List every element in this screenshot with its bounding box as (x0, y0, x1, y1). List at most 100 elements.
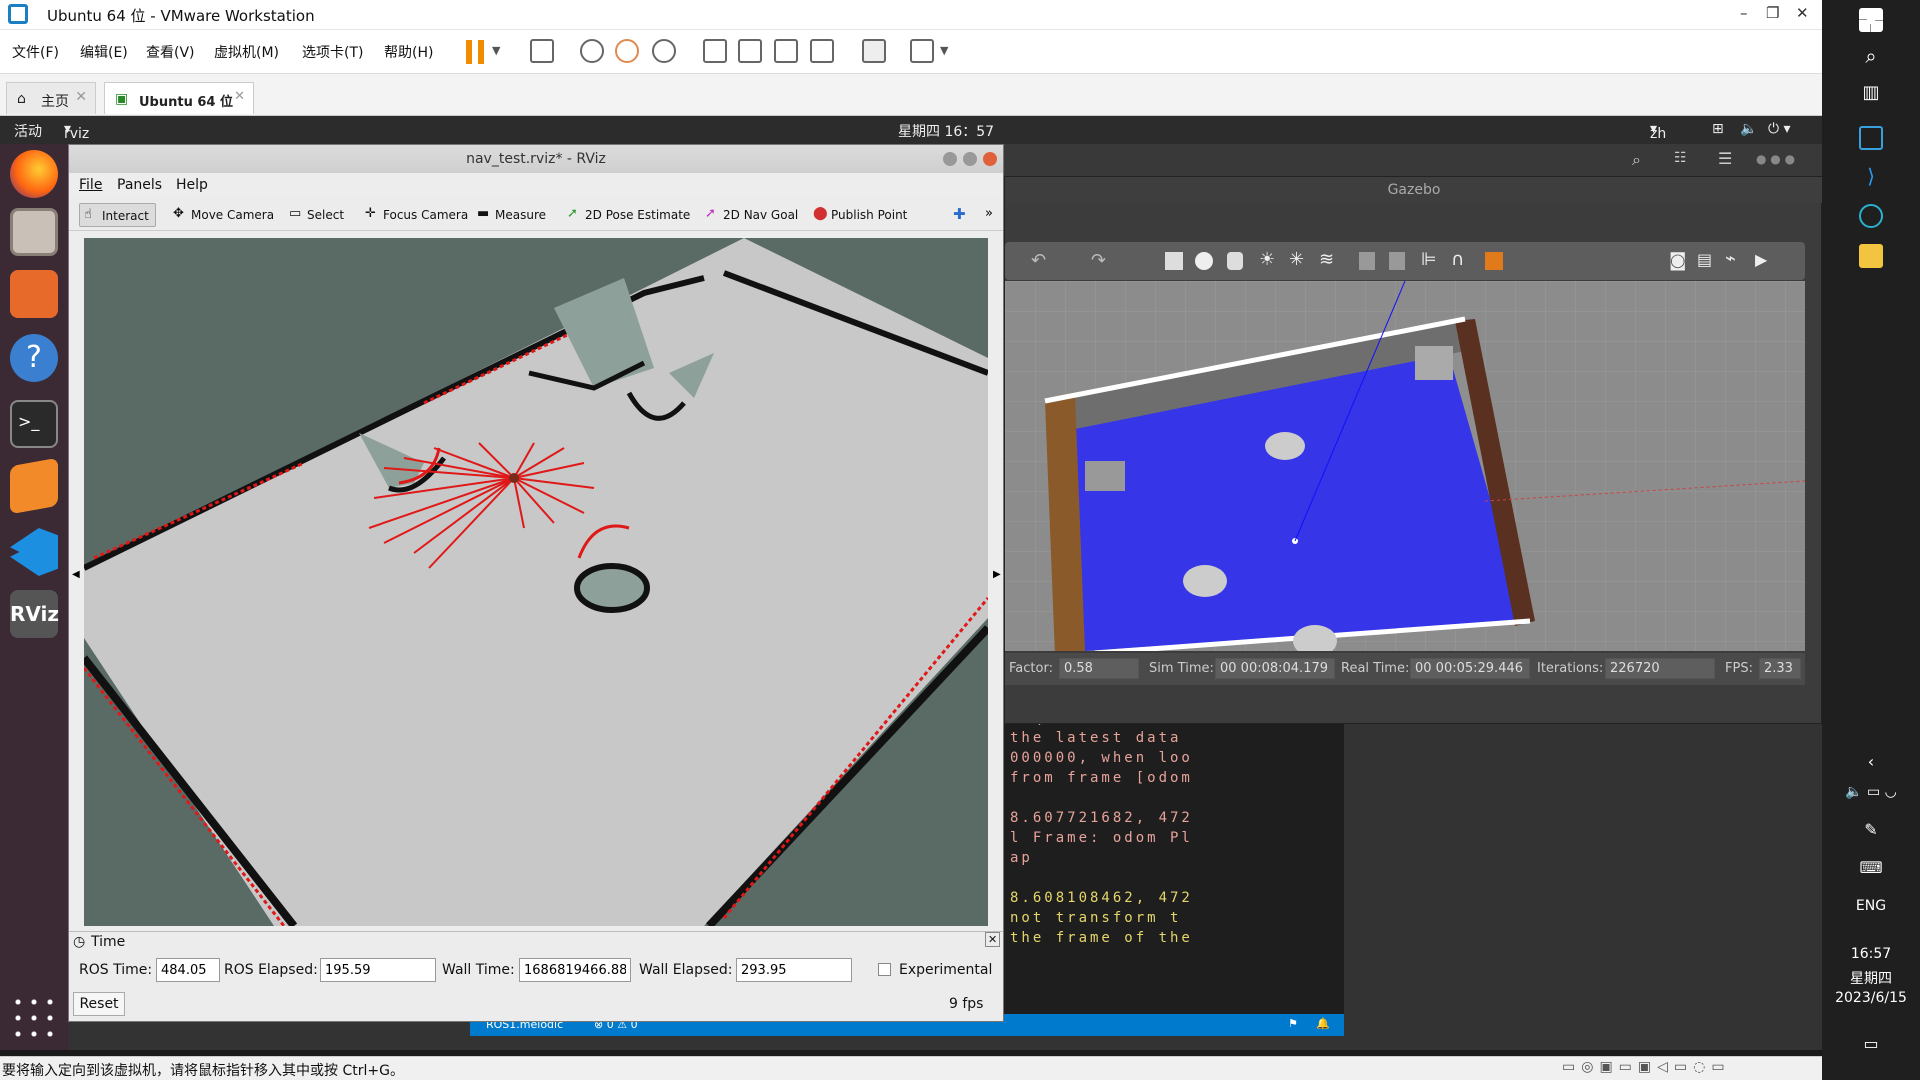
undo-icon[interactable]: ↶ (1031, 250, 1046, 271)
tool-interact[interactable]: ☝ Interact (79, 203, 156, 227)
help-icon[interactable]: ? (10, 334, 58, 382)
files-icon[interactable] (10, 208, 58, 256)
tool-select[interactable]: ▭ Select (285, 203, 350, 227)
menu-edit[interactable]: 编辑(E) (80, 42, 128, 62)
software-center-icon[interactable] (10, 270, 58, 318)
fullscreen-icon[interactable] (774, 39, 798, 63)
ros-time-field[interactable] (156, 958, 220, 982)
vscode-taskbar-icon[interactable]: ⟩ (1822, 164, 1920, 188)
taskbar-date[interactable]: 2023/6/15 (1822, 990, 1920, 1006)
video-record-icon[interactable]: ▶ (1755, 250, 1767, 269)
gazebo-3d-scene[interactable] (1005, 281, 1805, 651)
rviz-icon[interactable]: RViz (10, 590, 59, 638)
send-ctrl-alt-del-icon[interactable] (530, 39, 554, 63)
ros-elapsed-field[interactable] (320, 958, 436, 982)
firefox-icon[interactable] (10, 150, 58, 198)
search-icon[interactable]: ⌕ (1632, 150, 1641, 170)
pause-icon[interactable] (466, 40, 484, 64)
add-tool-icon[interactable]: ✚ (953, 205, 966, 223)
volume-icon[interactable]: 🔈 (1740, 121, 1757, 137)
window-controls-icon[interactable]: ● ● ● (1756, 152, 1795, 166)
search-icon[interactable]: ⌕ (1822, 44, 1920, 68)
feedback-icon[interactable]: ⚑ (1288, 1017, 1298, 1030)
hamburger-menu-icon[interactable]: ☰ (1718, 149, 1732, 168)
restore-button[interactable]: ❐ (1766, 4, 1779, 22)
terminal-icon[interactable]: >_ (10, 400, 58, 448)
copy-icon[interactable] (1359, 252, 1375, 270)
box-shape-icon[interactable] (1165, 252, 1183, 270)
thumbnail-icon[interactable] (738, 39, 762, 63)
menu-file[interactable]: 文件(F) (12, 42, 59, 62)
change-view-icon[interactable] (1485, 252, 1503, 270)
tab-ubuntu[interactable]: ▣ Ubuntu 64 位 ✕ (104, 82, 254, 114)
dropdown-icon[interactable]: ▼ (492, 44, 500, 57)
vscode-icon[interactable] (10, 528, 58, 576)
cylinder-shape-icon[interactable] (1227, 252, 1243, 270)
sidebar-toggle-icon[interactable] (703, 39, 727, 63)
minimize-button[interactable] (943, 152, 957, 166)
snapshot-icon[interactable] (580, 39, 604, 63)
snapshot-manager-icon[interactable] (652, 39, 676, 63)
network-icon[interactable]: ⊞ (1712, 121, 1724, 137)
view-options-icon[interactable]: ☷ (1674, 150, 1687, 166)
menu-vm[interactable]: 虚拟机(M) (214, 42, 279, 62)
overflow-icon[interactable]: » (985, 206, 993, 221)
minimize-button[interactable]: – (1740, 4, 1748, 22)
plot-icon[interactable]: ⌁ (1725, 248, 1736, 269)
device-status-icons[interactable]: ▭◎▣▭▣◁▭◌▭ (1562, 1059, 1731, 1075)
snap-icon[interactable]: ∩ (1451, 249, 1464, 270)
revert-snapshot-icon[interactable] (615, 39, 639, 63)
tool-focus-camera[interactable]: ✛ Focus Camera (361, 203, 474, 227)
close-button[interactable] (983, 152, 997, 166)
tray-icons[interactable]: 🔈 ▭ ◡ (1822, 784, 1920, 800)
pen-icon[interactable]: ✎ (1822, 820, 1920, 839)
close-panel-icon[interactable]: ✕ (985, 932, 1001, 947)
clock[interactable]: 星期四 16：57 (898, 121, 994, 141)
left-splitter-arrow-icon[interactable]: ◀ (72, 569, 80, 580)
tab-home[interactable]: ⌂ 主页 ✕ (6, 82, 96, 114)
sphere-shape-icon[interactable] (1195, 252, 1213, 270)
keyboard-icon[interactable]: ⌨ (1822, 858, 1920, 877)
activities-button[interactable]: 活动 (14, 121, 42, 141)
reset-button[interactable]: Reset (73, 992, 125, 1016)
input-language[interactable]: ENG (1822, 898, 1920, 914)
unity-icon[interactable] (810, 39, 834, 63)
redo-icon[interactable]: ↷ (1091, 250, 1106, 271)
close-button[interactable]: ✕ (1796, 4, 1809, 22)
file-explorer-icon[interactable] (1859, 244, 1883, 268)
chevron-left-icon[interactable]: ‹ (1822, 752, 1920, 771)
paste-icon[interactable] (1389, 252, 1405, 270)
log-icon[interactable]: ▤ (1697, 250, 1712, 269)
console-icon[interactable] (862, 39, 886, 63)
stretch-icon[interactable] (910, 39, 934, 63)
tool-2d-nav-goal[interactable]: ➚ 2D Nav Goal (701, 203, 804, 227)
edge-icon[interactable] (1859, 204, 1883, 228)
menu-file[interactable]: File (79, 177, 102, 193)
lang-indicator[interactable]: zh ▾ (1650, 121, 1666, 142)
bell-icon[interactable]: 🔔 (1316, 1017, 1330, 1030)
close-tab-icon[interactable]: ✕ (75, 89, 87, 105)
sun-light-icon[interactable]: ☀ (1259, 249, 1275, 270)
stretch-dropdown-icon[interactable]: ▼ (940, 44, 948, 57)
terminal-output[interactable]: Requested time the latest data 000000, whe… (1004, 724, 1344, 1036)
point-light-icon[interactable]: ✳ (1289, 249, 1304, 270)
sublime-icon[interactable] (10, 457, 58, 515)
close-tab-icon[interactable]: ✕ (234, 89, 245, 104)
menu-help[interactable]: Help (176, 177, 208, 193)
right-splitter-arrow-icon[interactable]: ▶ (993, 569, 1001, 580)
tool-2d-pose-estimate[interactable]: ➚ 2D Pose Estimate (563, 203, 696, 227)
taskbar-time[interactable]: 16:57 (1822, 946, 1920, 962)
show-apps-icon[interactable] (10, 994, 58, 1042)
spot-light-icon[interactable]: ≋ (1319, 249, 1334, 270)
align-icon[interactable]: ⊫ (1421, 249, 1437, 270)
tool-publish-point[interactable]: ⬤ Publish Point (809, 203, 913, 227)
start-icon[interactable] (1859, 8, 1883, 32)
app-menu[interactable]: rviz ▾ (64, 121, 89, 142)
menu-view[interactable]: 查看(V) (146, 42, 195, 62)
task-view-icon[interactable]: ▥ (1822, 82, 1920, 103)
wall-time-field[interactable] (519, 958, 631, 982)
power-icon[interactable]: ⏻ ▾ (1768, 121, 1791, 137)
notification-icon[interactable]: ▭ (1822, 1034, 1920, 1053)
maximize-button[interactable] (963, 152, 977, 166)
screenshot-icon[interactable]: ◙ (1669, 250, 1686, 271)
